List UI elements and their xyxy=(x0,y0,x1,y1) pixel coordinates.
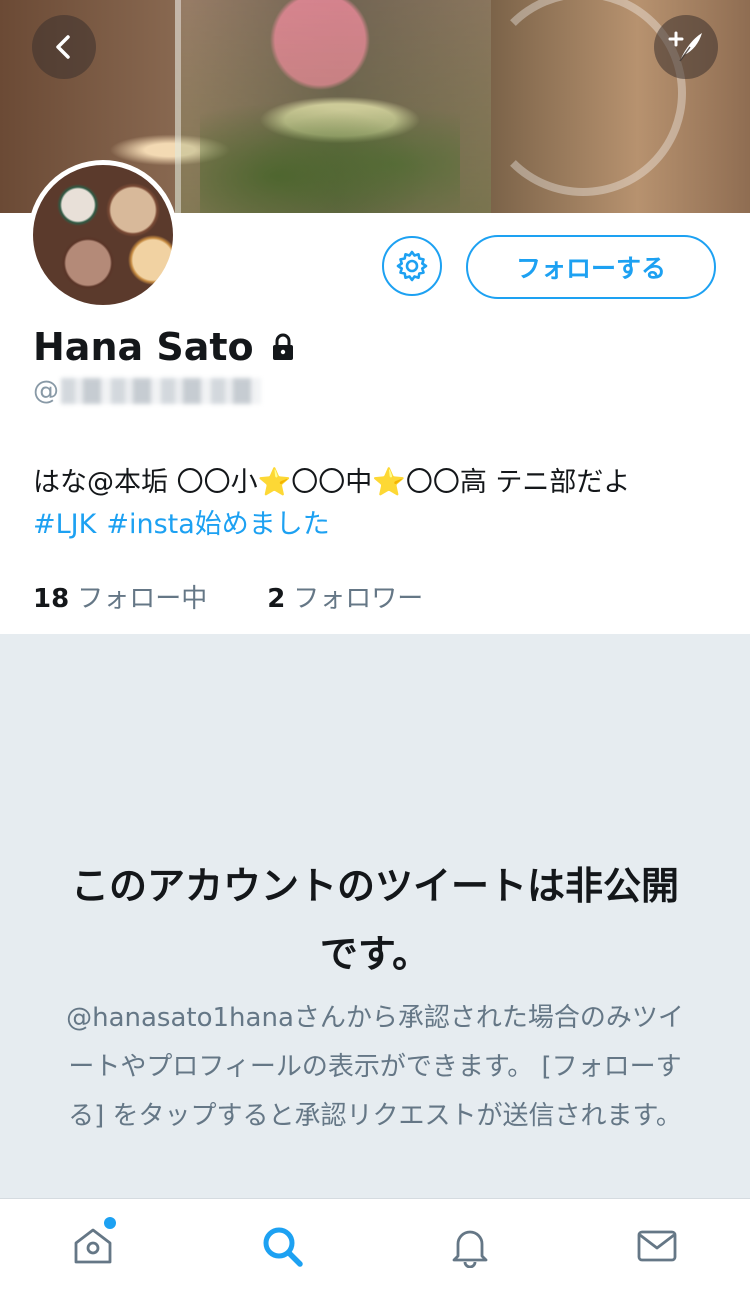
banner-cup-handle xyxy=(480,0,686,196)
mail-icon xyxy=(637,1230,677,1262)
handle-prefix: @ xyxy=(33,376,59,406)
following-count: 18 xyxy=(33,584,70,614)
bio-text: はな@本垢 〇〇小⭐️〇〇中⭐️〇〇高 テニ部だよ xyxy=(33,467,631,498)
search-icon xyxy=(263,1227,303,1267)
followers-count: 2 xyxy=(267,584,286,614)
protected-account-panel: このアカウントのツイートは非公開です。 @hanasato1hanaさんから承認… xyxy=(0,634,750,1199)
protected-description: @hanasato1hanaさんから承認された場合のみツイートやプロフィールの表… xyxy=(66,1003,684,1131)
lock-icon xyxy=(272,333,293,360)
hashtag-link[interactable]: #insta始めました xyxy=(106,509,329,540)
compose-icon xyxy=(668,31,702,62)
bio-hashtags: #LJK #insta始めました xyxy=(33,504,723,546)
avatar[interactable] xyxy=(28,160,178,310)
profile-bio: はな@本垢 〇〇小⭐️〇〇中⭐️〇〇高 テニ部だよ #LJK #insta始めまし… xyxy=(33,462,723,546)
following-stat[interactable]: 18 フォロー中 xyxy=(33,578,207,615)
tab-search[interactable] xyxy=(257,1221,307,1271)
followers-stat[interactable]: 2 フォロワー xyxy=(267,578,423,615)
profile-name-row: Hana Sato xyxy=(33,325,298,369)
back-button[interactable] xyxy=(32,15,96,79)
protected-title: このアカウントのツイートは非公開です。 xyxy=(70,864,679,976)
tab-notifications[interactable] xyxy=(445,1221,495,1271)
bottom-tab-bar xyxy=(0,1198,750,1297)
profile-handle: @ xyxy=(33,376,261,406)
profile-stats: 18 フォロー中 2 フォロワー xyxy=(33,578,423,615)
follow-button[interactable]: フォローする xyxy=(466,235,716,299)
home-icon xyxy=(74,1228,112,1264)
home-unread-dot xyxy=(104,1217,116,1229)
following-label: フォロー中 xyxy=(77,584,208,614)
chevron-left-icon xyxy=(56,35,70,59)
gear-icon xyxy=(396,250,428,282)
followers-label: フォロワー xyxy=(293,584,424,614)
banner-leaves xyxy=(200,90,460,213)
bell-icon xyxy=(452,1230,488,1268)
tab-messages[interactable] xyxy=(632,1221,682,1271)
hashtag-link[interactable]: #LJK xyxy=(33,509,96,540)
handle-redacted xyxy=(61,378,261,404)
profile-name: Hana Sato xyxy=(33,325,254,369)
compose-tweet-button[interactable] xyxy=(654,15,718,79)
settings-button[interactable] xyxy=(382,236,442,296)
